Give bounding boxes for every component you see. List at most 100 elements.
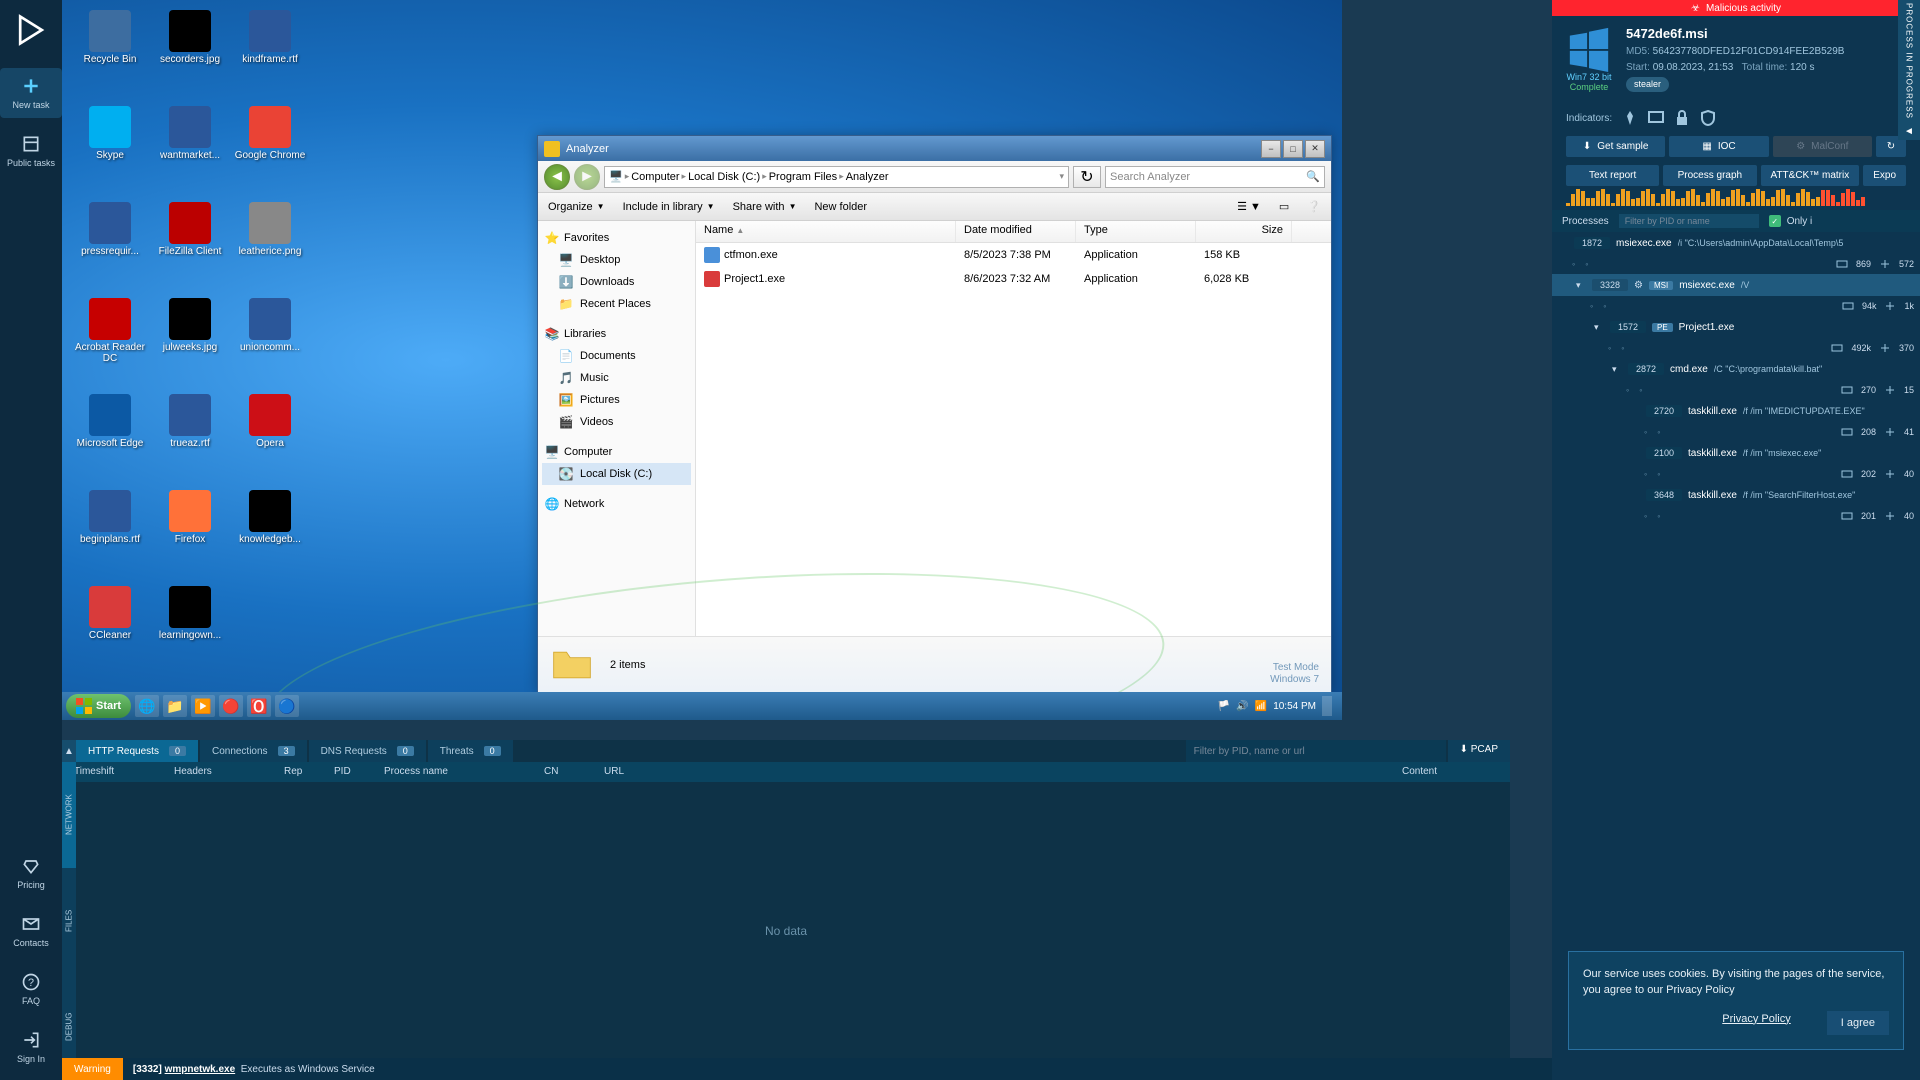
desktop-icon[interactable]: leatherice.png xyxy=(232,202,308,294)
breadcrumb-computer[interactable]: Computer xyxy=(631,171,679,183)
col-type[interactable]: Type xyxy=(1076,221,1196,242)
breadcrumb-drive[interactable]: Local Disk (C:) xyxy=(688,171,760,183)
tray-network-icon[interactable]: 📶 xyxy=(1255,701,1267,712)
network-filter-input[interactable]: Filter by PID, name or url xyxy=(1186,740,1446,762)
col-date[interactable]: Date modified xyxy=(956,221,1076,242)
organize-button[interactable]: Organize▼ xyxy=(548,201,605,213)
show-desktop-button[interactable] xyxy=(1322,696,1332,716)
privacy-policy-link[interactable]: Privacy Policy xyxy=(1722,1011,1790,1036)
maximize-button[interactable]: □ xyxy=(1283,140,1303,158)
minimize-button[interactable]: − xyxy=(1261,140,1281,158)
breadcrumb-programfiles[interactable]: Program Files xyxy=(769,171,837,183)
process-row[interactable]: 2720 taskkill.exe /f /im "IMEDICTUPDATE.… xyxy=(1552,400,1920,422)
favorites-group[interactable]: ⭐Favorites xyxy=(542,227,691,249)
process-row[interactable]: ▾ 1572 PE Project1.exe xyxy=(1552,316,1920,338)
only-important-checkbox[interactable]: ✓Only i xyxy=(1769,215,1813,227)
sidebar-recent[interactable]: 📁Recent Places xyxy=(542,293,691,315)
network-group[interactable]: 🌐Network xyxy=(542,493,691,515)
process-row[interactable]: ▾ 2872 cmd.exe /C "C:\programdata\kill.b… xyxy=(1552,358,1920,380)
forward-button[interactable]: ► xyxy=(574,164,600,190)
desktop-icon[interactable]: wantmarket... xyxy=(152,106,228,198)
taskbar-edge-icon[interactable]: 🔵 xyxy=(275,695,299,717)
address-bar[interactable]: 🖥️ ▸ Computer ▸ Local Disk (C:) ▸ Progra… xyxy=(604,166,1069,188)
back-button[interactable]: ◄ xyxy=(544,164,570,190)
taskbar-ie-icon[interactable]: 🌐 xyxy=(135,695,159,717)
sidebar-pictures[interactable]: 🖼️Pictures xyxy=(542,389,691,411)
computer-group[interactable]: 🖥️Computer xyxy=(542,441,691,463)
new-folder-button[interactable]: New folder xyxy=(814,201,867,213)
include-library-button[interactable]: Include in library▼ xyxy=(623,201,715,213)
process-graph-button[interactable]: Process graph xyxy=(1663,165,1756,186)
search-input[interactable]: Search Analyzer 🔍 xyxy=(1105,166,1325,188)
col-cn[interactable]: CN xyxy=(532,762,592,782)
taskbar-opera-icon[interactable]: 🅾️ xyxy=(247,695,271,717)
new-task-button[interactable]: New task xyxy=(0,68,62,118)
network-tab[interactable]: DNS Requests0 xyxy=(309,740,426,762)
public-tasks-button[interactable]: Public tasks xyxy=(0,126,62,176)
indicator-rocket-icon[interactable] xyxy=(1622,110,1638,126)
desktop-icon[interactable]: knowledgeb... xyxy=(232,490,308,582)
desktop-icon[interactable]: Opera xyxy=(232,394,308,486)
cookie-agree-button[interactable]: I agree xyxy=(1827,1011,1889,1036)
sidebar-desktop[interactable]: 🖥️Desktop xyxy=(542,249,691,271)
tree-toggle-icon[interactable]: ▾ xyxy=(1576,280,1586,291)
indicator-monitor-icon[interactable] xyxy=(1648,110,1664,126)
malconf-button[interactable]: ⚙ MalConf xyxy=(1773,136,1872,157)
col-procname[interactable]: Process name xyxy=(372,762,532,782)
close-button[interactable]: ✕ xyxy=(1305,140,1325,158)
desktop-icon[interactable]: Skype xyxy=(72,106,148,198)
pricing-button[interactable]: Pricing xyxy=(0,848,62,898)
tray-clock[interactable]: 10:54 PM xyxy=(1273,701,1316,712)
network-tab[interactable]: Threats0 xyxy=(428,740,513,762)
tray-sound-icon[interactable]: 🔊 xyxy=(1236,701,1248,712)
refresh-button[interactable]: ↻ xyxy=(1073,166,1101,188)
col-content[interactable]: Content xyxy=(1390,762,1510,782)
col-name[interactable]: Name ▲ xyxy=(696,221,956,242)
sidebar-videos[interactable]: 🎬Videos xyxy=(542,411,691,433)
text-report-button[interactable]: Text report xyxy=(1566,165,1659,186)
desktop-icon[interactable]: Acrobat Reader DC xyxy=(72,298,148,390)
col-size[interactable]: Size xyxy=(1196,221,1292,242)
desktop-icon[interactable]: FileZilla Client xyxy=(152,202,228,294)
network-tab[interactable]: HTTP Requests0 xyxy=(76,740,198,762)
preview-pane-button[interactable]: ▭ xyxy=(1279,200,1289,213)
col-timeshift[interactable]: Timeshift xyxy=(62,762,162,782)
taskbar-chrome-icon[interactable]: 🔴 xyxy=(219,695,243,717)
warning-process-link[interactable]: wmpnetwk.exe xyxy=(165,1064,236,1075)
view-mode-button[interactable]: ☰ ▼ xyxy=(1237,200,1261,213)
indicator-lock-icon[interactable] xyxy=(1674,110,1690,126)
taskbar-media-icon[interactable]: ▶️ xyxy=(191,695,215,717)
desktop-icon[interactable]: Firefox xyxy=(152,490,228,582)
col-headers[interactable]: Headers xyxy=(162,762,272,782)
sidebar-music[interactable]: 🎵Music xyxy=(542,367,691,389)
process-row[interactable]: 1872 msiexec.exe /i "C:\Users\admin\AppD… xyxy=(1552,232,1920,254)
start-button[interactable]: Start xyxy=(66,694,131,718)
tray-flag-icon[interactable]: 🏳️ xyxy=(1218,701,1230,712)
process-row[interactable]: 2100 taskkill.exe /f /im "msiexec.exe" xyxy=(1552,442,1920,464)
desktop-icon[interactable]: Google Chrome xyxy=(232,106,308,198)
file-row[interactable]: ctfmon.exe 8/5/2023 7:38 PM Application … xyxy=(696,243,1331,267)
desktop-icon[interactable]: CCleaner xyxy=(72,586,148,678)
desktop-icon[interactable]: unioncomm... xyxy=(232,298,308,390)
file-row[interactable]: Project1.exe 8/6/2023 7:32 AM Applicatio… xyxy=(696,267,1331,291)
pcap-download-button[interactable]: ⬇ PCAP xyxy=(1448,740,1510,762)
help-button[interactable]: ❔ xyxy=(1307,200,1321,213)
indicator-shield-icon[interactable] xyxy=(1700,110,1716,126)
process-row[interactable]: ▾ 3328 ⚙MSI msiexec.exe /V xyxy=(1552,274,1920,296)
faq-button[interactable]: ? FAQ xyxy=(0,964,62,1014)
share-button[interactable]: Share with▼ xyxy=(733,201,797,213)
desktop-icon[interactable]: pressrequir... xyxy=(72,202,148,294)
contacts-button[interactable]: Contacts xyxy=(0,906,62,956)
attck-matrix-button[interactable]: ATT&CK™ matrix xyxy=(1761,165,1860,186)
get-sample-button[interactable]: ⬇ Get sample xyxy=(1566,136,1665,157)
col-pid[interactable]: PID xyxy=(322,762,372,782)
desktop-icon[interactable]: kindframe.rtf xyxy=(232,10,308,102)
desktop-icon[interactable]: julweeks.jpg xyxy=(152,298,228,390)
desktop-icon[interactable]: Microsoft Edge xyxy=(72,394,148,486)
taskbar-explorer-icon[interactable]: 📁 xyxy=(163,695,187,717)
libraries-group[interactable]: 📚Libraries xyxy=(542,323,691,345)
desktop-icon[interactable]: beginplans.rtf xyxy=(72,490,148,582)
desktop-icon[interactable]: secorders.jpg xyxy=(152,10,228,102)
export-button[interactable]: Expo xyxy=(1863,165,1906,186)
ioc-button[interactable]: ▦ IOC xyxy=(1669,136,1768,157)
